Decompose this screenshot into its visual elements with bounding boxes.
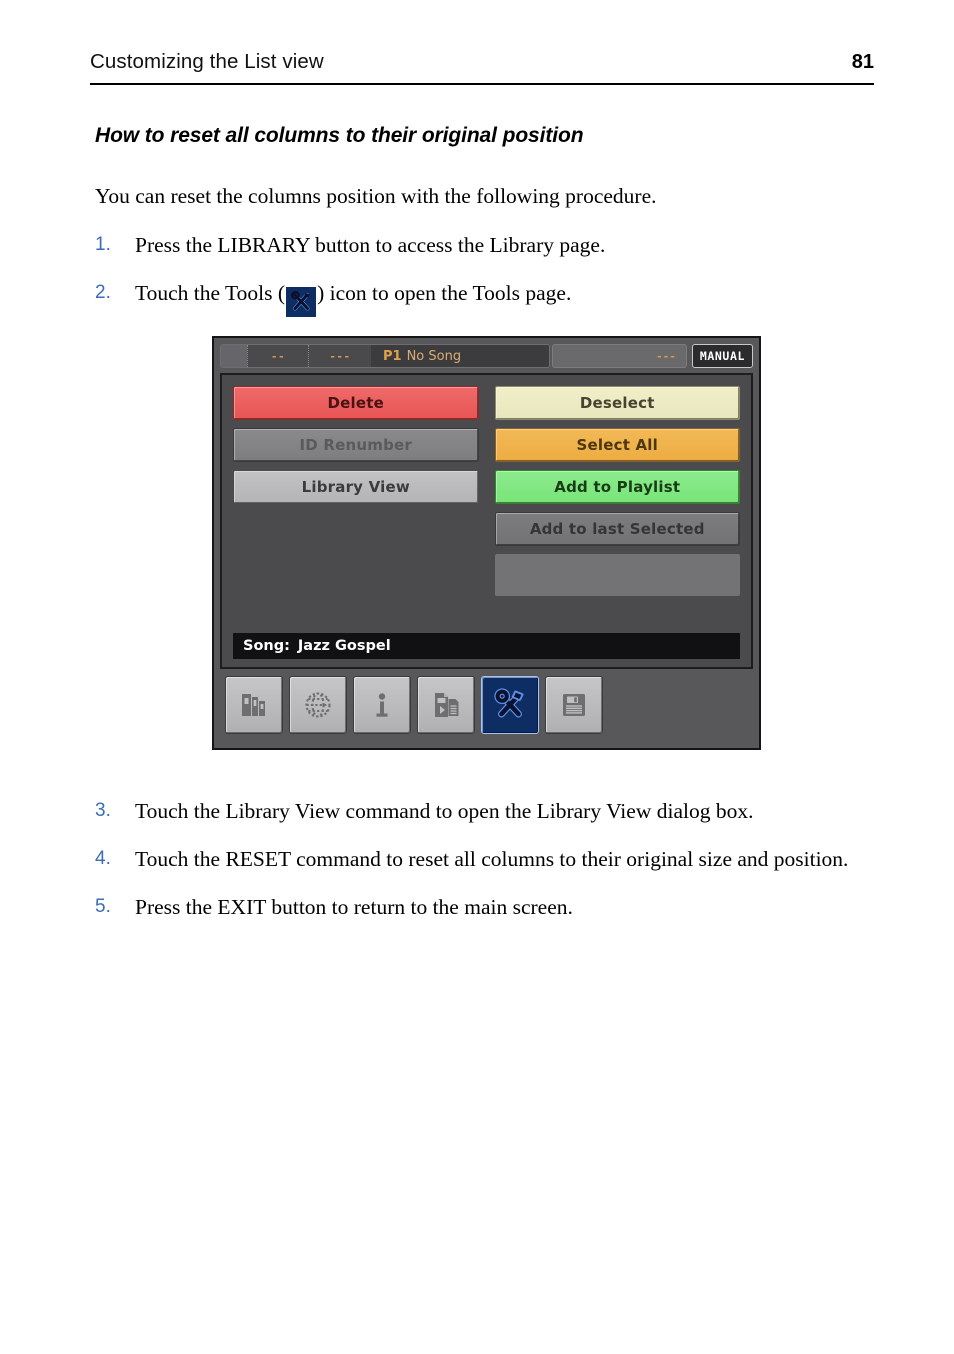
step-number: 3. [95,800,111,821]
tools-button-column-left: Delete ID Renumber Library View [233,386,479,596]
title-bar-song-name: No Song [406,348,462,364]
save-floppy-icon-button[interactable] [545,676,603,734]
globe-network-icon [301,688,335,722]
list-item: 5. Press the EXIT button to return to th… [95,892,885,922]
step-text-before-icon: Touch the Tools ( [135,281,286,305]
import-file-icon-button[interactable] [417,676,475,734]
intro-paragraph: You can reset the columns position with … [95,184,657,208]
device-screenshot-figure: -- --- P1 No Song --- MANUAL Delete ID R… [212,336,761,750]
steps-list-before-figure: 1. Press the LIBRARY button to access th… [95,230,885,335]
tools-button-column-right: Deselect Select All Add to Playlist Add … [494,386,740,596]
id-renumber-button[interactable]: ID Renumber [233,428,479,462]
device-main-panel: Delete ID Renumber Library View Deselect… [220,373,753,669]
tools-icon-button[interactable] [481,676,539,734]
tools-icon [286,287,317,318]
list-item: 1. Press the LIBRARY button to access th… [95,230,885,260]
title-bar-performance-id: P1 [383,348,402,364]
info-icon [365,688,399,722]
device-title-bar: -- --- P1 No Song --- MANUAL [220,343,753,369]
library-books-icon-button[interactable] [225,676,283,734]
device-bottom-toolbar [220,674,753,736]
library-view-button[interactable]: Library View [233,470,479,504]
song-value: Jazz Gospel [297,638,391,654]
step-text: Touch the RESET command to reset all col… [135,847,849,871]
step-text-after-icon: ) icon to open the Tools page. [317,281,572,305]
manual-mode-badge: MANUAL [691,344,753,368]
deselect-button[interactable]: Deselect [494,386,740,420]
section-heading: How to reset all columns to their origin… [95,124,584,147]
song-label: Song: [243,638,290,654]
step-text: Touch the Tools ( ) icon to open the Too… [135,278,885,318]
delete-button[interactable]: Delete [233,386,479,420]
step-text: Touch the Library View command to open t… [135,799,754,823]
empty-button-slot [494,554,740,596]
step-number: 5. [95,896,111,917]
list-item: 2. Touch the Tools ( ) icon to open the … [95,278,885,318]
save-floppy-icon [557,688,591,722]
page-number: 81 [851,51,874,73]
step-text: Press the LIBRARY button to access the L… [135,233,606,257]
inline-tools-icon-wrapper [286,285,317,318]
page-header: Customizing the List view 81 [90,50,874,74]
title-bar-dash-cell-1: -- [247,345,308,367]
title-bar-song-display: P1 No Song [371,345,549,367]
step-number: 1. [95,234,111,255]
title-bar-right-group: --- [552,344,687,368]
header-title: Customizing the List view [90,50,324,73]
step-number: 2. [95,282,111,303]
library-books-icon [237,688,271,722]
title-bar-left-group: -- --- P1 No Song [220,344,550,368]
globe-network-icon-button[interactable] [289,676,347,734]
device-inner: -- --- P1 No Song --- MANUAL Delete ID R… [220,343,753,743]
list-item: 3. Touch the Library View command to ope… [95,796,885,826]
tools-icon [490,685,530,725]
add-to-last-selected-button[interactable]: Add to last Selected [494,512,740,546]
list-item: 4. Touch the RESET command to reset all … [95,844,885,874]
step-number: 4. [95,848,111,869]
step-text: Press the EXIT button to return to the m… [135,895,573,919]
select-all-button[interactable]: Select All [494,428,740,462]
add-to-playlist-button[interactable]: Add to Playlist [494,470,740,504]
title-bar-dash-cell-2: --- [308,345,371,367]
tools-button-grid: Delete ID Renumber Library View Deselect… [233,386,740,596]
header-divider [90,83,874,86]
info-icon-button[interactable] [353,676,411,734]
steps-list-after-figure: 3. Touch the Library View command to ope… [95,796,885,940]
song-status-bar: Song: Jazz Gospel [233,633,740,659]
import-file-icon [429,688,463,722]
title-bar-blank-cell [221,345,247,367]
